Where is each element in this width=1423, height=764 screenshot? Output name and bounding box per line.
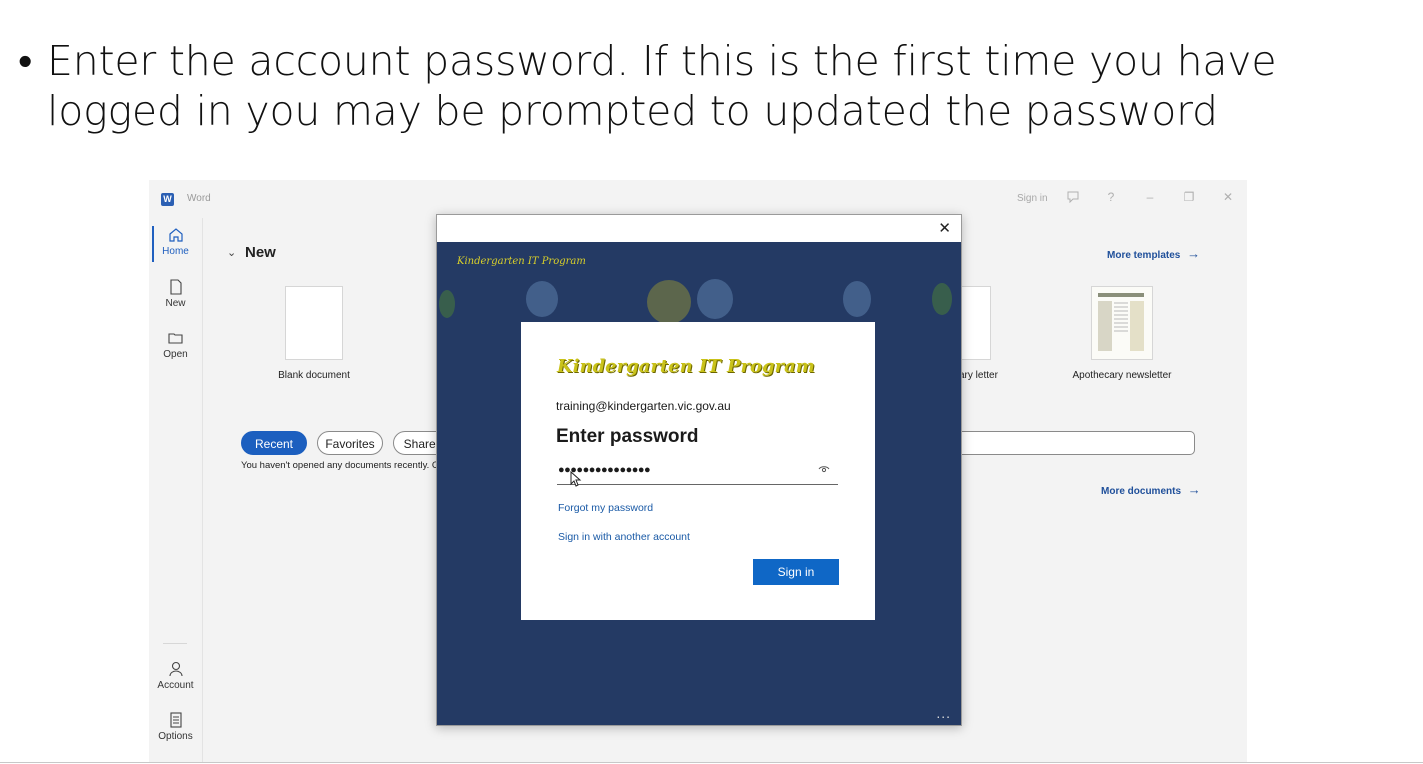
folder-icon	[167, 333, 183, 344]
arrow-right-icon: →	[1187, 482, 1201, 497]
app-title: Word	[187, 193, 211, 204]
letter-template-thumbnail[interactable]	[959, 286, 991, 360]
sign-in-button[interactable]: Sign in	[753, 559, 839, 585]
options-icon	[169, 712, 182, 728]
blank-document-label: Blank document	[278, 370, 350, 381]
more-documents-label: More documents	[1101, 486, 1182, 497]
nav-account[interactable]: Account	[149, 660, 202, 691]
nav-home-label: Home	[162, 246, 189, 257]
nav-options[interactable]: Options	[149, 711, 202, 742]
nav-new-label: New	[165, 298, 186, 309]
nav-open[interactable]: Open	[149, 329, 202, 360]
close-icon[interactable]: ✕	[1220, 190, 1236, 204]
tab-recent[interactable]: Recent	[241, 431, 307, 455]
more-documents-link[interactable]: More documents →	[1101, 482, 1201, 497]
more-templates-link[interactable]: More templates →	[1107, 246, 1200, 261]
feedback-icon[interactable]	[1065, 190, 1081, 206]
newsletter-template-thumbnail[interactable]	[1091, 286, 1153, 360]
more-templates-label: More templates	[1107, 250, 1181, 261]
password-field[interactable]: ●●●●●●●●●●●●●●●	[557, 462, 838, 485]
new-document-icon	[169, 279, 182, 295]
nav-home[interactable]: Home	[149, 226, 202, 257]
help-icon[interactable]: ?	[1103, 190, 1119, 204]
blank-document-thumbnail[interactable]	[285, 286, 343, 360]
sign-in-dialog: ✕ Kindergarten IT Program Kindergarten I…	[436, 214, 962, 726]
reveal-password-icon[interactable]	[818, 464, 830, 474]
bullet-point: •	[18, 37, 33, 85]
dialog-background: Kindergarten IT Program Kindergarten IT …	[437, 242, 961, 725]
more-options-icon[interactable]: ...	[936, 705, 951, 721]
forgot-password-link[interactable]: Forgot my password	[558, 502, 653, 514]
restore-icon[interactable]: ❐	[1181, 190, 1197, 204]
nav-options-label: Options	[158, 731, 193, 742]
instruction-text: Enter the account password. If this is t…	[47, 37, 1277, 135]
organization-logo: Kindergarten IT Program	[557, 356, 815, 377]
titlebar-sign-in-link[interactable]: Sign in	[1017, 193, 1048, 204]
enter-password-heading: Enter password	[556, 426, 699, 447]
collapse-chevron-icon[interactable]: ⌄	[227, 246, 236, 259]
slide-bottom-border	[0, 762, 1423, 763]
rail-divider	[163, 643, 187, 644]
arrow-right-icon: →	[1187, 246, 1201, 261]
tab-favorites[interactable]: Favorites	[317, 431, 383, 455]
newsletter-template-label: Apothecary newsletter	[1072, 370, 1172, 381]
new-section-heading: New	[245, 244, 276, 261]
recent-empty-message: You haven't opened any documents recentl…	[241, 460, 436, 471]
nav-new[interactable]: New	[149, 278, 202, 309]
dialog-close-icon[interactable]: ✕	[938, 219, 951, 237]
home-icon	[168, 228, 183, 242]
newsletter-preview-icon	[1098, 293, 1144, 351]
search-input[interactable]	[929, 431, 1195, 455]
nav-open-label: Open	[163, 349, 188, 360]
title-bar: W Word Sign in ? – ❐ ✕	[149, 180, 1247, 218]
mouse-cursor-icon	[570, 471, 582, 487]
nav-account-label: Account	[157, 680, 194, 691]
login-card: Kindergarten IT Program training@kinderg…	[521, 322, 875, 620]
left-nav-rail: Home New Open Account Options	[149, 218, 203, 762]
sign-in-another-account-link[interactable]: Sign in with another account	[558, 531, 690, 543]
minimize-icon[interactable]: –	[1142, 190, 1158, 204]
account-email: training@kindergarten.vic.gov.au	[556, 399, 731, 413]
letter-template-label: ary letter	[959, 370, 998, 381]
account-icon	[168, 661, 183, 677]
word-logo-icon: W	[161, 193, 174, 206]
